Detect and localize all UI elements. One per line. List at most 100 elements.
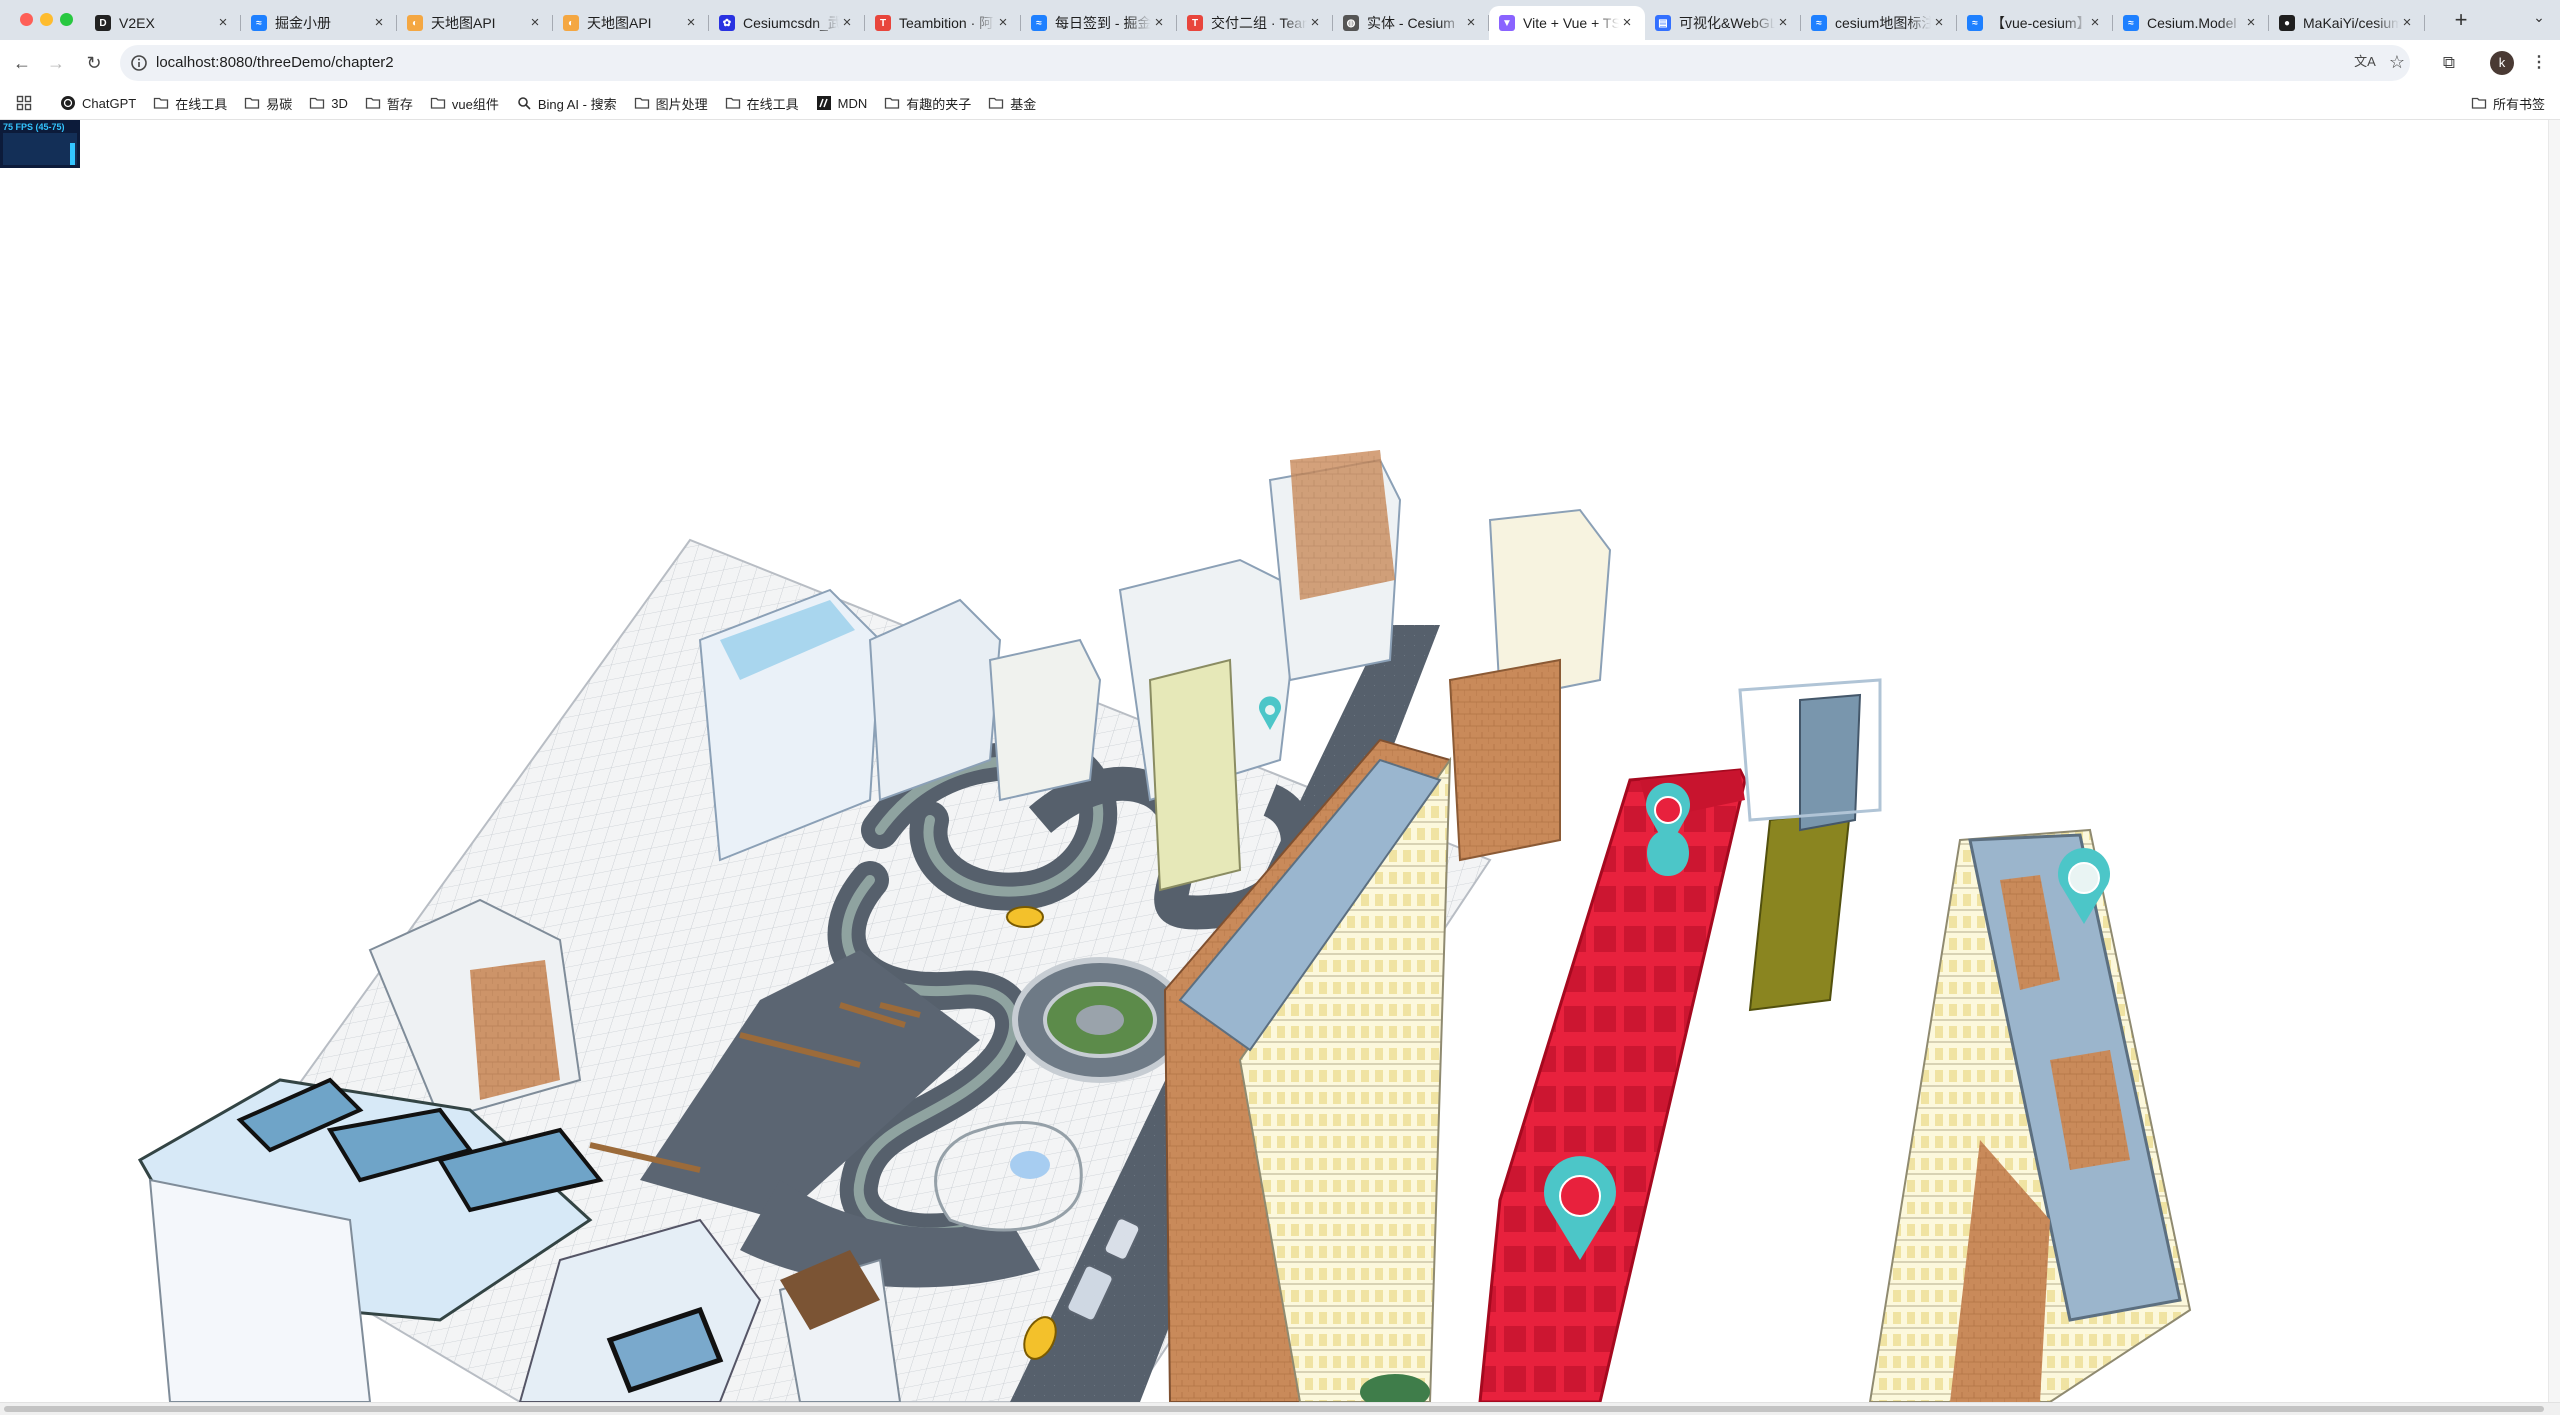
bookmarks-bar: ChatGPT 在线工具 易碳 3D 暂存 vue组件 Bing AI - 搜索 图片处理 在线… (0, 86, 2560, 120)
tab-title: Vite + Vue + TS (1523, 15, 1619, 31)
bookmark-item[interactable]: 易碳 (244, 94, 292, 113)
tab-9[interactable]: ◍ 实体 - Cesium × (1333, 6, 1489, 40)
site-info-icon[interactable] (130, 54, 148, 72)
bookmark-label: 基金 (1010, 96, 1037, 112)
juejin-icon: ≈ (2123, 15, 2139, 31)
bookmark-item[interactable]: vue组件 (430, 94, 499, 113)
new-tab-button[interactable]: + (2448, 8, 2474, 34)
github-icon: ● (2279, 15, 2295, 31)
tab-title: 天地图API (587, 15, 652, 31)
close-window-button[interactable] (20, 13, 33, 26)
bookmark-label: 在线工具 (175, 96, 228, 112)
tab-title: 可视化&WebGL (1679, 15, 1775, 31)
bookmark-label: 在线工具 (746, 96, 799, 112)
tab-5[interactable]: ✿ Cesiumcsdn_武 × (709, 6, 865, 40)
bookmark-item[interactable]: MDN (816, 95, 867, 111)
close-tab-icon[interactable]: × (527, 15, 543, 31)
close-tab-icon[interactable]: × (1931, 15, 1947, 31)
close-tab-icon[interactable]: × (1307, 15, 1323, 31)
tab-14[interactable]: ≈ Cesium.Model × (2113, 6, 2269, 40)
minimize-window-button[interactable] (40, 13, 53, 26)
close-tab-icon[interactable]: × (839, 15, 855, 31)
bookmark-label: 有趣的夹子 (906, 96, 972, 112)
close-tab-icon[interactable]: × (1463, 15, 1479, 31)
search-icon (518, 97, 531, 110)
tab-1[interactable]: D V2EX × (85, 6, 241, 40)
vertical-scrollbar[interactable] (2548, 120, 2560, 1402)
menu-kebab-icon[interactable]: ⋮ (2526, 50, 2552, 76)
tab-15[interactable]: ● MaKaiYi/cesium × (2269, 6, 2425, 40)
tab-title: 交付二组 · Team (1211, 15, 1307, 31)
bookmark-item[interactable]: Bing AI - 搜索 (516, 94, 617, 113)
bookmark-item[interactable]: 基金 (988, 94, 1036, 113)
close-tab-icon[interactable]: × (2087, 15, 2103, 31)
folder-icon (885, 97, 900, 109)
bookmark-item[interactable]: 有趣的夹子 (884, 94, 971, 113)
teambition-icon: T (875, 15, 891, 31)
extensions-icon[interactable]: ⧉ (2436, 50, 2462, 76)
close-tab-icon[interactable]: × (215, 15, 231, 31)
bookmark-item[interactable]: 图片处理 (634, 94, 708, 113)
tab-7[interactable]: ≈ 每日签到 - 掘金 × (1021, 6, 1177, 40)
juejin-icon: ≈ (1811, 15, 1827, 31)
apps-grid-icon[interactable] (16, 95, 32, 111)
address-bar[interactable]: localhost:8080/threeDemo/chapter2 文A ☆ (120, 45, 2410, 81)
tianditu-icon: ◐ (407, 15, 423, 31)
url-text[interactable]: localhost:8080/threeDemo/chapter2 (156, 45, 394, 81)
tab-title: cesium地图标注 (1835, 15, 1931, 31)
browser-toolbar: ← → ↻ localhost:8080/threeDemo/chapter2 … (0, 40, 2560, 86)
tianditu-icon: ◐ (563, 15, 579, 31)
tab-search-icon[interactable]: ⌄ (2528, 9, 2550, 31)
bookmark-item[interactable]: 暂存 (365, 94, 413, 113)
bookmark-star-icon[interactable]: ☆ (2384, 49, 2410, 75)
threejs-canvas[interactable]: 75 FPS (45-75) (0, 120, 2548, 1402)
bookmark-item[interactable]: 3D (309, 95, 348, 111)
tab-6[interactable]: T Teambition · 阿 × (865, 6, 1021, 40)
tab-12[interactable]: ≈ cesium地图标注 × (1801, 6, 1957, 40)
close-tab-icon[interactable]: × (1619, 15, 1635, 31)
bookmark-label: 暂存 (386, 96, 413, 112)
tab-3[interactable]: ◐ 天地图API × (397, 6, 553, 40)
tab-8[interactable]: T 交付二组 · Team × (1177, 6, 1333, 40)
scrollbar-thumb[interactable] (4, 1406, 2544, 1412)
yellow-car[interactable] (1006, 906, 1044, 928)
tab-title: 每日签到 - 掘金 (1055, 15, 1151, 31)
tab-13[interactable]: ≈ 【vue-cesium】 × (1957, 6, 2113, 40)
bookmark-item[interactable]: ChatGPT (60, 95, 136, 111)
close-tab-icon[interactable]: × (1775, 15, 1791, 31)
back-button[interactable]: ← (8, 49, 36, 77)
bookmark-item[interactable]: 在线工具 (153, 94, 227, 113)
zoom-window-button[interactable] (60, 13, 73, 26)
tab-10[interactable]: ▼ Vite + Vue + TS × (1489, 6, 1645, 40)
tab-2[interactable]: ≈ 掘金小册 × (241, 6, 397, 40)
reload-button[interactable]: ↻ (80, 49, 108, 77)
avatar[interactable]: k (2490, 51, 2514, 75)
tab-strip: D V2EX × ≈ 掘金小册 × ◐ 天地图API × ◐ 天地图API × ✿ Cesiumcsdn_… (0, 0, 2560, 40)
close-tab-icon[interactable]: × (683, 15, 699, 31)
bookmark-item[interactable]: 在线工具 (725, 94, 799, 113)
tab-title: MaKaiYi/cesium (2303, 15, 2399, 31)
close-tab-icon[interactable]: × (1151, 15, 1167, 31)
fps-stats-panel[interactable]: 75 FPS (45-75) (0, 120, 80, 168)
folder-icon (245, 97, 260, 109)
v2ex-icon: D (95, 15, 111, 31)
all-bookmarks-button[interactable]: 所有书签 (2471, 86, 2545, 120)
bookmark-label: 易碳 (266, 96, 293, 112)
close-tab-icon[interactable]: × (995, 15, 1011, 31)
all-bookmarks-label: 所有书签 (2492, 96, 2545, 112)
translate-icon[interactable]: 文A (2352, 49, 2378, 75)
folder-icon (2471, 97, 2487, 109)
folder-icon (430, 97, 446, 109)
horizontal-scrollbar[interactable] (0, 1402, 2560, 1415)
close-tab-icon[interactable]: × (2399, 15, 2415, 31)
close-tab-icon[interactable]: × (2243, 15, 2259, 31)
fps-readout: 75 FPS (45-75) (3, 122, 65, 132)
highlighted-red-building[interactable] (1478, 768, 1747, 1402)
city-scene[interactable] (0, 120, 2548, 1402)
tab-4[interactable]: ◐ 天地图API × (553, 6, 709, 40)
forward-button[interactable]: → (42, 49, 70, 77)
close-tab-icon[interactable]: × (371, 15, 387, 31)
tab-11[interactable]: ▤ 可视化&WebGL × (1645, 6, 1801, 40)
folder-icon (989, 97, 1004, 109)
tab-title: 实体 - Cesium (1367, 15, 1455, 31)
